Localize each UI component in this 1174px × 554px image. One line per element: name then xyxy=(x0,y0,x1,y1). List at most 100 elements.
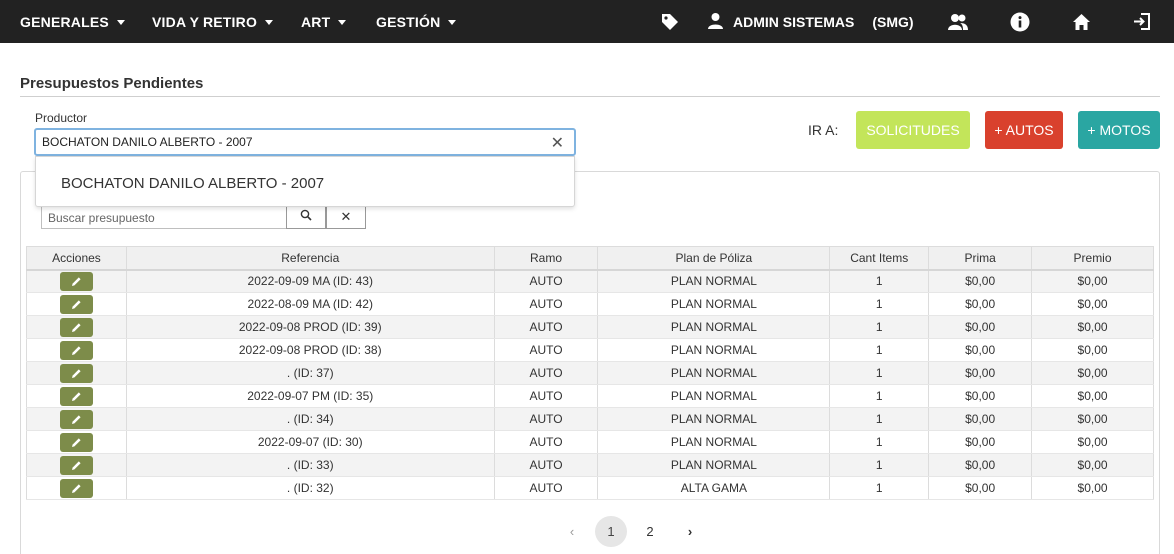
edit-button[interactable] xyxy=(59,340,93,360)
productor-option[interactable]: BOCHATON DANILO ALBERTO - 2007 xyxy=(61,175,324,192)
add-motos-button[interactable]: + MOTOS xyxy=(1078,111,1160,149)
table-row: 2022-09-09 MA (ID: 43) AUTO PLAN NORMAL 1 $0… xyxy=(26,269,1154,293)
actions-cell xyxy=(26,361,127,385)
chevron-down-icon xyxy=(448,19,457,25)
pagination-prev[interactable]: ‹ xyxy=(562,516,582,547)
referencia-cell: 2022-08-09 MA (ID: 42) xyxy=(125,292,495,316)
edit-button[interactable] xyxy=(59,363,93,383)
edit-button[interactable] xyxy=(59,455,93,475)
search-icon xyxy=(300,208,312,226)
menu-art[interactable]: ART xyxy=(301,0,347,43)
column-header[interactable]: Plan de Póliza xyxy=(597,246,831,271)
user-name: ADMIN SISTEMAS xyxy=(733,13,855,30)
title-divider xyxy=(20,96,1160,97)
pencil-icon xyxy=(71,368,81,378)
plan-cell: PLAN NORMAL xyxy=(597,430,831,454)
premio-cell: $0,00 xyxy=(1031,407,1154,431)
menu-gestion-label: GESTIÓN xyxy=(376,13,441,30)
info-icon[interactable] xyxy=(1009,0,1031,43)
edit-button[interactable] xyxy=(59,294,93,314)
ramo-cell: AUTO xyxy=(493,361,599,385)
search-button[interactable] xyxy=(286,205,326,229)
users-icon[interactable] xyxy=(946,0,970,43)
items-cell: 1 xyxy=(829,315,930,339)
home-icon[interactable] xyxy=(1070,0,1092,43)
productor-dropdown: BOCHATON DANILO ALBERTO - 2007 xyxy=(35,156,575,207)
pagination-page-1[interactable]: 1 xyxy=(595,516,627,547)
clear-icon[interactable]: ✕ xyxy=(551,133,564,153)
clear-search-button[interactable]: ✕ xyxy=(326,205,366,229)
premio-cell: $0,00 xyxy=(1031,361,1154,385)
items-cell: 1 xyxy=(829,453,930,477)
top-navbar: GENERALES VIDA Y RETIRO ART GESTIÓN ADMI… xyxy=(0,0,1174,43)
productor-select[interactable]: BOCHATON DANILO ALBERTO - 2007 ✕ xyxy=(34,128,576,156)
logout-icon[interactable] xyxy=(1130,0,1152,43)
referencia-cell: . (ID: 32) xyxy=(125,476,495,500)
table-row: 2022-09-08 PROD (ID: 39) AUTO PLAN NORMAL 1… xyxy=(26,315,1154,339)
prima-cell: $0,00 xyxy=(928,430,1033,454)
column-header[interactable]: Acciones xyxy=(26,246,127,271)
menu-vida-y-retiro[interactable]: VIDA Y RETIRO xyxy=(152,0,274,43)
items-cell: 1 xyxy=(829,384,930,408)
plan-cell: PLAN NORMAL xyxy=(597,292,831,316)
actions-cell xyxy=(26,453,127,477)
column-header[interactable]: Cant Items xyxy=(829,246,930,271)
actions-cell xyxy=(26,292,127,316)
table-row: . (ID: 32) AUTO ALTA GAMA 1 $0,00 $0,00 xyxy=(26,476,1154,500)
table-row: . (ID: 33) AUTO PLAN NORMAL 1 $0,00 $0,00 xyxy=(26,453,1154,477)
table-header-row: Acciones Referencia Ramo Plan de Póliza … xyxy=(26,246,1154,271)
table-row: . (ID: 34) AUTO PLAN NORMAL 1 $0,00 $0,00 xyxy=(26,407,1154,431)
items-cell: 1 xyxy=(829,430,930,454)
actions-cell xyxy=(26,384,127,408)
items-cell: 1 xyxy=(829,292,930,316)
premio-cell: $0,00 xyxy=(1031,315,1154,339)
menu-generales[interactable]: GENERALES xyxy=(20,0,125,43)
plan-cell: PLAN NORMAL xyxy=(597,384,831,408)
edit-button[interactable] xyxy=(59,409,93,429)
items-cell: 1 xyxy=(829,269,930,293)
pencil-icon xyxy=(71,277,81,286)
menu-generales-label: GENERALES xyxy=(20,13,109,30)
actions-cell xyxy=(26,315,127,339)
plan-cell: PLAN NORMAL xyxy=(597,269,831,293)
pencil-icon xyxy=(71,391,81,401)
column-header[interactable]: Premio xyxy=(1031,246,1154,271)
table-row: 2022-08-09 MA (ID: 42) AUTO PLAN NORMAL 1 $0… xyxy=(26,292,1154,316)
menu-art-label: ART xyxy=(301,13,331,30)
actions-cell xyxy=(26,269,127,293)
column-header[interactable]: Prima xyxy=(928,246,1033,271)
column-header[interactable]: Ramo xyxy=(493,246,599,271)
pencil-icon xyxy=(71,414,81,424)
premio-cell: $0,00 xyxy=(1031,338,1154,362)
premio-cell: $0,00 xyxy=(1031,292,1154,316)
actions-cell xyxy=(26,407,127,431)
search-input[interactable]: Buscar presupuesto xyxy=(41,205,287,229)
user-menu[interactable]: ADMIN SISTEMAS (SMG) xyxy=(707,0,914,43)
prima-cell: $0,00 xyxy=(928,269,1033,293)
column-header[interactable]: Referencia xyxy=(125,246,495,271)
pagination-next[interactable]: › xyxy=(680,516,700,547)
tag-icon[interactable] xyxy=(658,0,682,43)
prima-cell: $0,00 xyxy=(928,361,1033,385)
pencil-icon xyxy=(71,460,81,470)
pencil-icon xyxy=(71,299,81,309)
edit-button[interactable] xyxy=(59,386,93,406)
edit-button[interactable] xyxy=(59,317,93,337)
table-row: 2022-09-07 (ID: 30) AUTO PLAN NORMAL 1 $0,00… xyxy=(26,430,1154,454)
edit-button[interactable] xyxy=(59,271,93,291)
solicitudes-button[interactable]: SOLICITUDES xyxy=(856,111,970,149)
edit-button[interactable] xyxy=(59,478,93,498)
prima-cell: $0,00 xyxy=(928,407,1033,431)
edit-button[interactable] xyxy=(59,432,93,452)
ramo-cell: AUTO xyxy=(493,269,599,293)
ramo-cell: AUTO xyxy=(493,315,599,339)
menu-gestion[interactable]: GESTIÓN xyxy=(376,0,457,43)
referencia-cell: . (ID: 34) xyxy=(125,407,495,431)
premio-cell: $0,00 xyxy=(1031,476,1154,500)
referencia-cell: . (ID: 37) xyxy=(125,361,495,385)
plan-cell: PLAN NORMAL xyxy=(597,338,831,362)
referencia-cell: 2022-09-07 PM (ID: 35) xyxy=(125,384,495,408)
pagination-page-2[interactable]: 2 xyxy=(637,516,663,547)
add-autos-button[interactable]: + AUTOS xyxy=(985,111,1063,149)
items-cell: 1 xyxy=(829,407,930,431)
